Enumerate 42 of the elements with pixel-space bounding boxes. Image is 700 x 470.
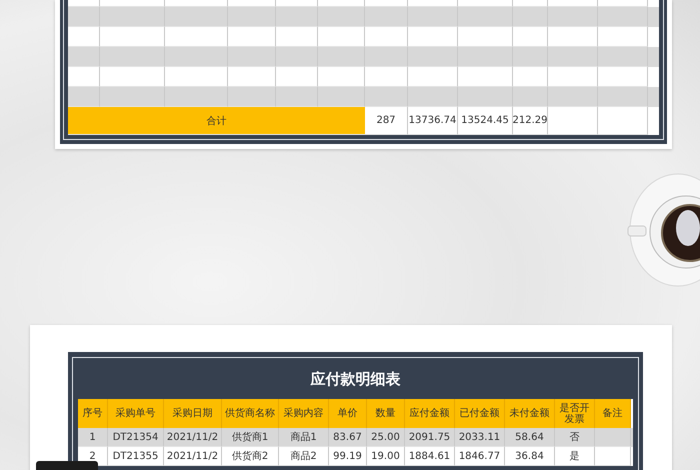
table-cell: 2091.75 [405, 428, 455, 447]
table-cell: 25.00 [367, 428, 405, 447]
column-header: 供货商名称 [222, 399, 279, 428]
sheet-title: 应付款明细表 [309, 369, 402, 390]
table-cell: 13524.45 [458, 107, 513, 135]
table-cell: DT21354 [108, 428, 164, 447]
table-cell: 供货商2 [222, 447, 279, 466]
table-cell: 供货商1 [222, 428, 279, 447]
empty-table-cell [548, 107, 598, 135]
column-header: 数量 [367, 399, 405, 428]
table-cell: 否 [555, 428, 595, 447]
table-cell: 商品1 [279, 428, 329, 447]
table-cell: 83.67 [329, 428, 367, 447]
column-header: 采购单号 [108, 399, 164, 428]
table-cell: 2021/11/2 [164, 428, 222, 447]
column-header: 序号 [78, 399, 108, 428]
column-header: 未付金额 [505, 399, 555, 428]
table-cell: 58.64 [505, 428, 555, 447]
table-cell: 1846.77 [455, 447, 505, 466]
table-cell: 1 [78, 428, 108, 447]
total-label-cell: 合计 [68, 107, 365, 135]
column-header: 备注 [595, 399, 631, 428]
column-header: 单价 [329, 399, 367, 428]
column-header: 是否开发票 [555, 399, 595, 428]
column-header: 应付金额 [405, 399, 455, 428]
table-cell: 13736.74 [408, 107, 458, 135]
column-header: 已付金额 [455, 399, 505, 428]
table-cell: 287 [365, 107, 408, 135]
empty-table-cell [598, 107, 648, 135]
table-cell: DT21355 [108, 447, 164, 466]
column-header: 采购日期 [164, 399, 222, 428]
pen [36, 461, 98, 470]
table-cell: 商品2 [279, 447, 329, 466]
table-cell: 19.00 [367, 447, 405, 466]
table-cell: 212.29 [513, 107, 548, 135]
table-cell: 99.19 [329, 447, 367, 466]
table-cell: 是 [555, 447, 595, 466]
table-cell: 36.84 [505, 447, 555, 466]
table-cell: 2033.11 [455, 428, 505, 447]
column-header: 采购内容 [279, 399, 329, 428]
table-cell: 2021/11/2 [164, 447, 222, 466]
table-cell: 1884.61 [405, 447, 455, 466]
